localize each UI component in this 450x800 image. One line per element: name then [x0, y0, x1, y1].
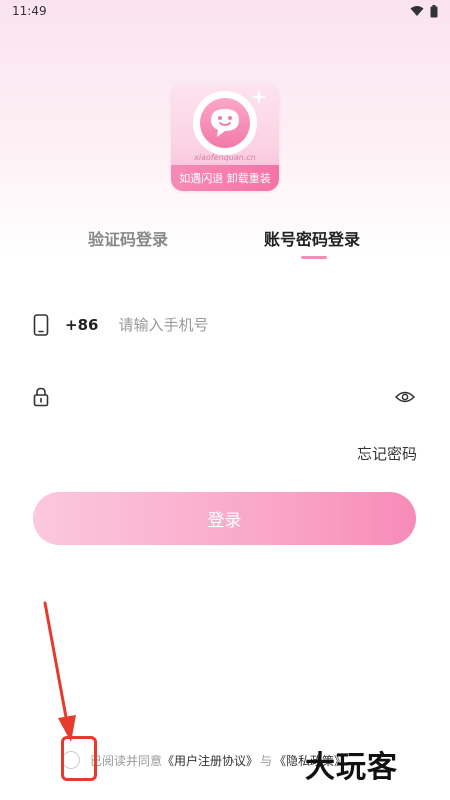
agreement-prefix: 已阅读并同意 — [90, 753, 163, 768]
watermark: 大玩客 — [305, 750, 398, 785]
status-time: 11:49 — [12, 4, 47, 18]
toggle-password-visibility[interactable] — [393, 385, 417, 409]
logo-domain: xiaofenquan.cn — [194, 153, 256, 162]
sparkle-icon — [251, 89, 267, 105]
phone-icon — [33, 314, 49, 336]
wifi-icon — [410, 6, 424, 16]
login-button[interactable]: 登录 — [33, 492, 416, 545]
tab-password-login[interactable]: 账号密码登录 — [264, 226, 360, 250]
phone-input[interactable] — [118, 316, 379, 334]
forgot-password-link[interactable]: 忘记密码 — [357, 443, 417, 464]
logo-face — [200, 98, 250, 148]
user-agreement-link[interactable]: 《用户注册协议》 — [162, 752, 258, 769]
smile-face-icon — [211, 109, 239, 137]
tab-sms-login[interactable]: 验证码登录 — [88, 226, 168, 250]
country-code[interactable]: +86 — [65, 316, 98, 334]
annotation-highlight-box — [61, 736, 97, 781]
password-row — [33, 382, 417, 412]
battery-icon — [430, 4, 438, 17]
logo-slogan: 如遇闪退 卸载重装 — [171, 165, 279, 191]
status-icons — [410, 4, 438, 18]
agreement-conjunction: 与 — [260, 753, 273, 768]
app-logo: xiaofenquan.cn 如遇闪退 卸载重装 — [171, 83, 279, 191]
login-tabs: 验证码登录 账号密码登录 — [0, 226, 450, 266]
logo-circle — [193, 91, 257, 155]
phone-row: +86 — [33, 310, 417, 340]
agreement-row: 已阅读并同意 《用户注册协议》 与 《隐私政策》 — [62, 750, 346, 770]
active-tab-indicator — [301, 256, 327, 259]
status-bar: 11:49 — [0, 0, 450, 22]
password-input[interactable] — [65, 388, 375, 406]
lock-icon — [33, 387, 49, 407]
eye-icon — [395, 391, 415, 403]
